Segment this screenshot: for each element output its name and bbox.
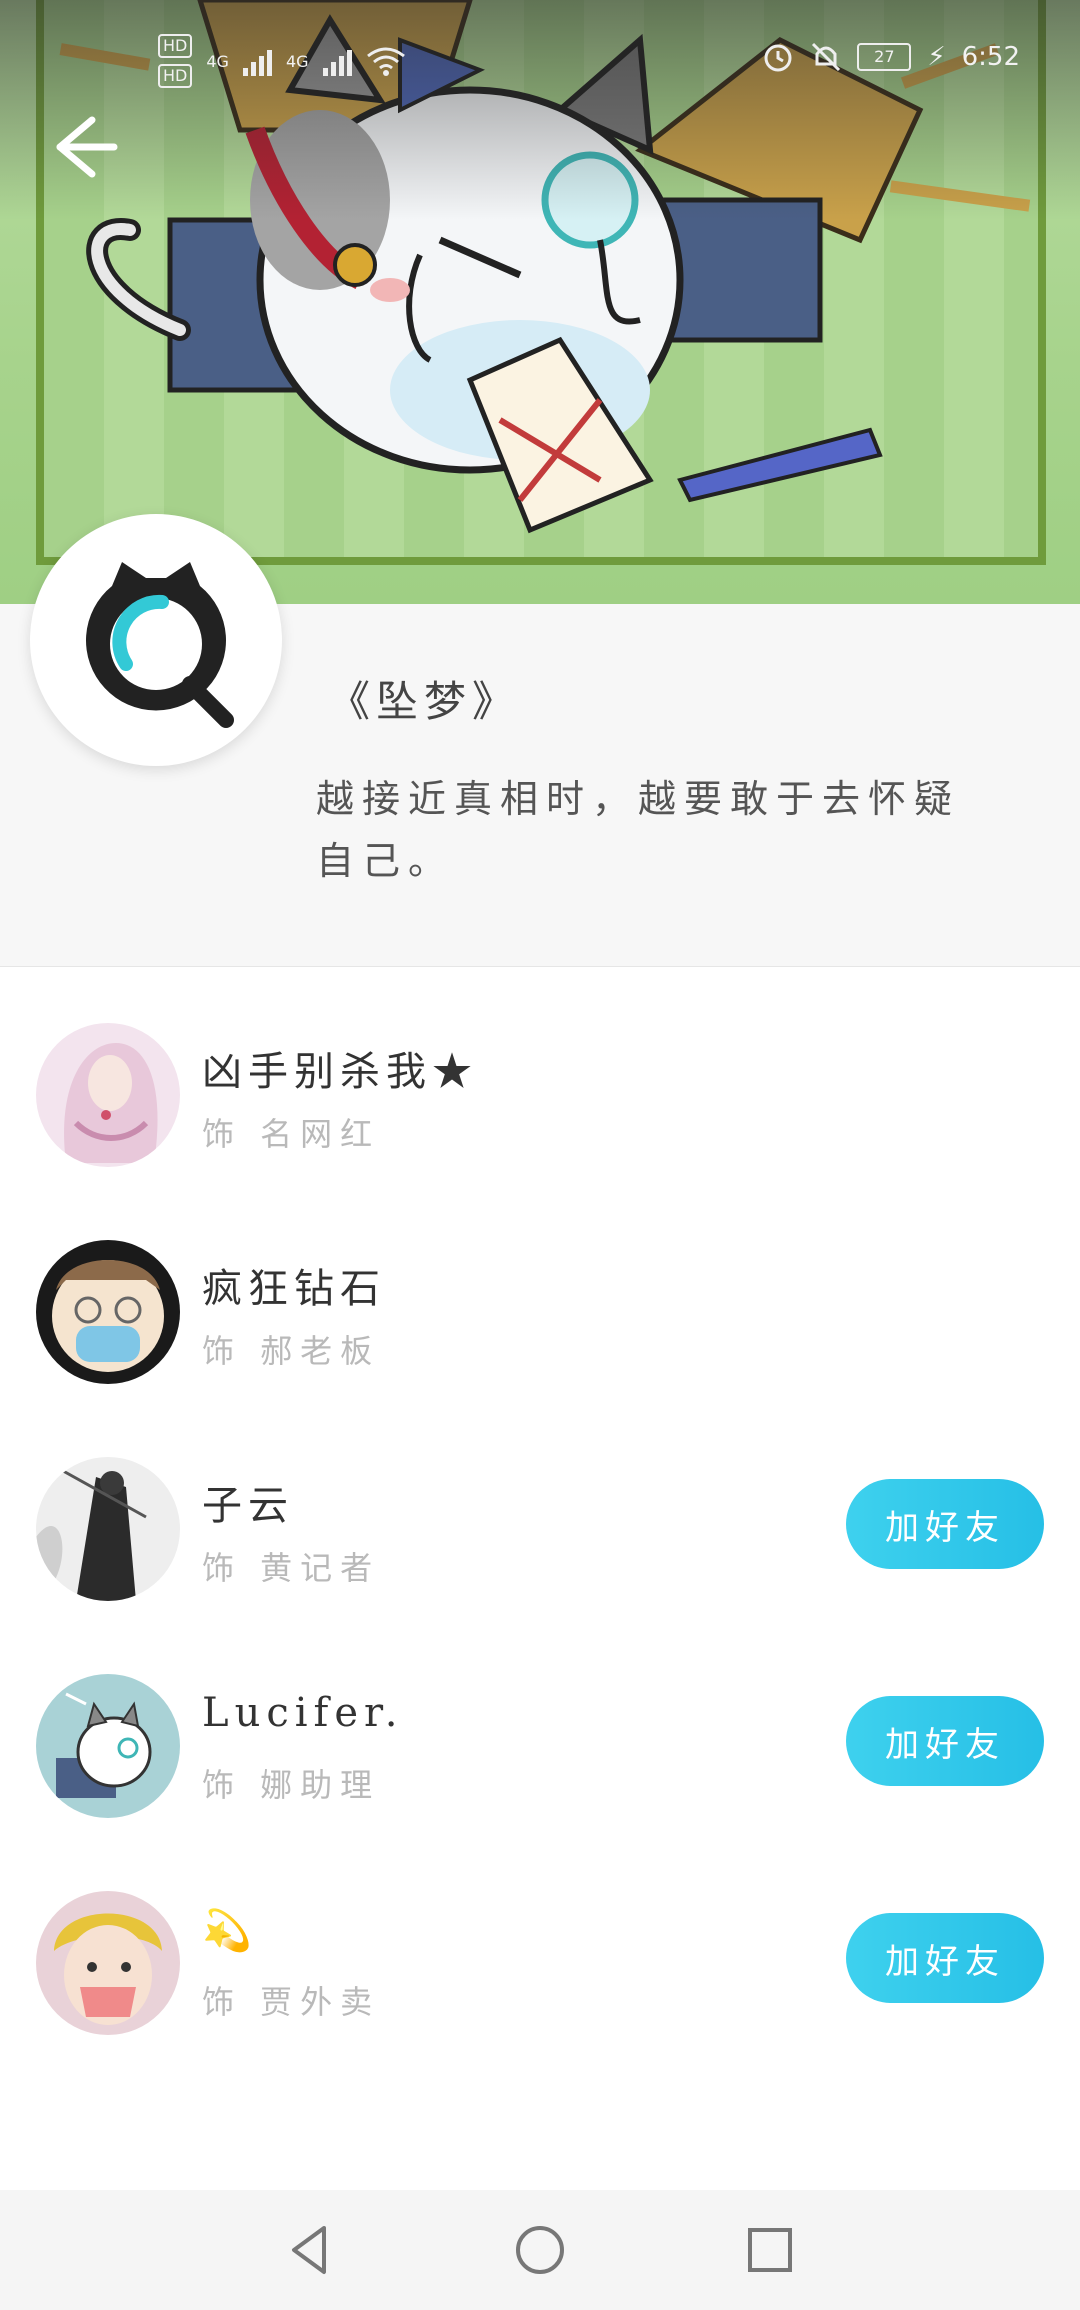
network-type-1: 4G <box>206 51 229 71</box>
member-role: 饰 名网红 <box>202 1115 381 1153</box>
member-role: 饰 贾外卖 <box>202 1983 381 2021</box>
drama-logo <box>30 514 282 766</box>
add-friend-button[interactable]: 加好友 <box>846 1696 1044 1786</box>
back-arrow-icon[interactable] <box>52 112 122 182</box>
avatar-image <box>36 1891 180 2035</box>
avatar[interactable] <box>36 1457 180 1601</box>
clock-time: 6:52 <box>961 42 1020 72</box>
bell-mute-icon <box>812 42 841 72</box>
hd-badge-1: HD <box>158 34 193 58</box>
cast-item[interactable]: 凶手别杀我★ 饰 名网红 <box>0 1005 1080 1222</box>
cast-item[interactable]: 💫 饰 贾外卖 加好友 <box>0 1873 1080 2090</box>
avatar-image <box>36 1240 180 1384</box>
drama-title: 《坠梦》 <box>328 677 521 726</box>
status-right: 27 ⚡ 6:52 <box>761 40 1020 74</box>
cast-item[interactable]: Lucifer. 饰 娜助理 加好友 <box>0 1656 1080 1873</box>
battery-icon: 27 <box>857 43 912 71</box>
triangle-back-icon[interactable] <box>280 2220 340 2280</box>
network-type-2: 4G <box>285 51 309 71</box>
member-role: 饰 黄记者 <box>202 1549 381 1587</box>
avatar[interactable] <box>36 1023 180 1167</box>
avatar-image <box>36 1674 180 1818</box>
square-recent-icon[interactable] <box>740 2220 800 2280</box>
avatar[interactable] <box>36 1240 180 1384</box>
wifi-icon <box>366 47 405 76</box>
member-name: 💫 <box>202 1908 258 1954</box>
member-role: 饰 郝老板 <box>202 1332 381 1370</box>
signal-icon-2 <box>322 46 352 76</box>
system-nav-bar <box>0 2190 1080 2310</box>
member-name: 凶手别杀我★ <box>202 1049 478 1095</box>
status-bar: HD HD 4G 4G 27 ⚡ 6:52 <box>0 0 1080 120</box>
cast-item[interactable]: 疯狂钻石 饰 郝老板 <box>0 1222 1080 1439</box>
add-friend-button[interactable]: 加好友 <box>846 1479 1044 1569</box>
cat-q-logo-icon <box>86 562 234 728</box>
drama-quote: 越接近真相时，越要敢于去怀疑自己。 <box>316 777 961 883</box>
member-name: 子云 <box>202 1483 294 1529</box>
cast-item[interactable]: 子云 饰 黄记者 加好友 <box>0 1439 1080 1656</box>
member-name: Lucifer. <box>202 1690 404 1736</box>
signal-icon-1 <box>242 46 272 76</box>
member-name: 疯狂钻石 <box>202 1266 386 1312</box>
hd-group: HD HD <box>158 34 193 88</box>
hd-badge-2: HD <box>158 64 193 88</box>
alarm-icon <box>764 44 792 72</box>
add-friend-button[interactable]: 加好友 <box>846 1913 1044 2003</box>
avatar[interactable] <box>36 1674 180 1818</box>
charging-icon: ⚡ <box>927 42 946 72</box>
member-role: 饰 娜助理 <box>202 1766 381 1804</box>
avatar[interactable] <box>36 1891 180 2035</box>
status-left: HD HD 4G 4G <box>158 34 406 88</box>
circle-home-icon[interactable] <box>510 2220 570 2280</box>
cast-list: 凶手别杀我★ 饰 名网红 疯狂钻石 饰 郝老板 子云 饰 黄记者 加好友 Luc… <box>0 1005 1080 2090</box>
avatar-image <box>36 1023 180 1167</box>
avatar-image <box>36 1457 180 1601</box>
